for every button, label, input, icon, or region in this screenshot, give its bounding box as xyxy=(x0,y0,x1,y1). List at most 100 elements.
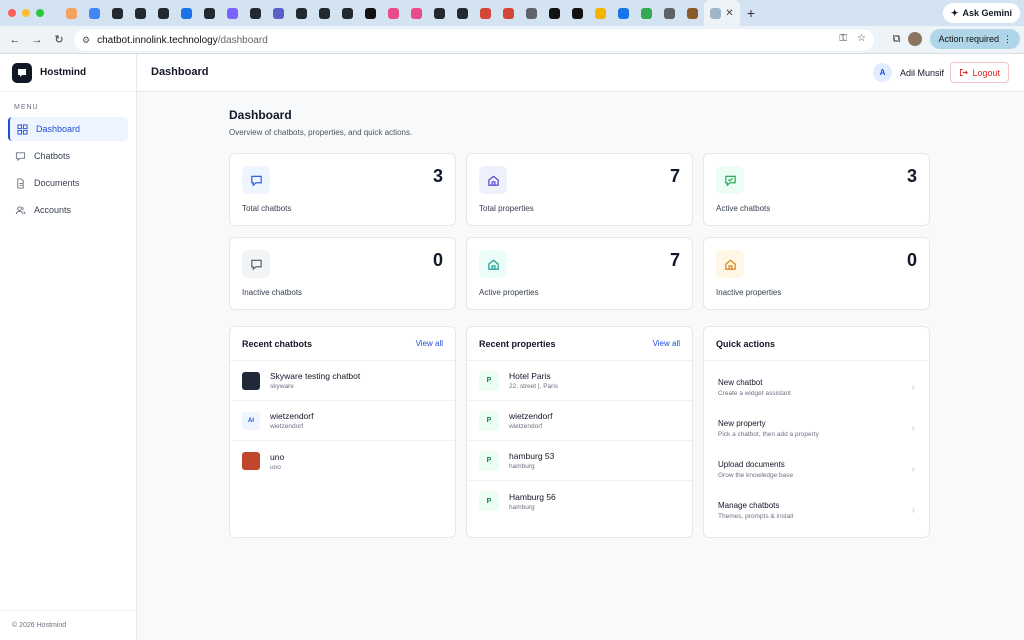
browser-tab[interactable] xyxy=(267,0,290,26)
browser-tab[interactable] xyxy=(244,0,267,26)
action-required-button[interactable]: Action required ⋮ xyxy=(930,29,1020,49)
browser-tab[interactable] xyxy=(221,0,244,26)
address-bar[interactable]: ⚙ chatbot.innolink.technology/dashboard … xyxy=(74,29,874,51)
browser-tab[interactable] xyxy=(681,0,704,26)
brand[interactable]: Hostmind xyxy=(0,54,136,92)
property-row[interactable]: Phamburg 53 hamburg xyxy=(467,441,692,481)
forward-icon[interactable]: → xyxy=(26,34,48,46)
home-icon xyxy=(716,250,744,278)
tab-favicon-icon xyxy=(526,7,537,19)
recent-properties-panel: Recent properties View all P Hotel Paris 2… xyxy=(466,326,693,538)
key-icon[interactable]: ⚿ xyxy=(839,33,847,44)
tab-favicon-icon xyxy=(296,7,307,19)
ask-gemini-button[interactable]: ✦ Ask Gemini xyxy=(942,3,1020,23)
tab-favicon-icon xyxy=(595,7,606,19)
browser-tab[interactable] xyxy=(290,0,313,26)
chatbot-row[interactable]: AI wietzendorf wietzendorf xyxy=(230,401,455,441)
chat-icon xyxy=(242,166,270,194)
tab-favicon-icon xyxy=(250,7,261,19)
sidebar-item-accounts[interactable]: Accounts xyxy=(8,198,128,222)
browser-tab[interactable] xyxy=(359,0,382,26)
stat-label: Inactive properties xyxy=(716,288,782,297)
sidebar-item-dashboard[interactable]: Dashboard xyxy=(8,117,128,141)
browser-tab[interactable] xyxy=(612,0,635,26)
back-icon[interactable]: ← xyxy=(4,34,26,46)
chatbot-slug: wietzendorf xyxy=(270,423,304,430)
topbar: Dashboard A Adil Munsif Logout xyxy=(137,54,1024,92)
url-host: chatbot.innolink.technology xyxy=(97,34,218,46)
browser-tab[interactable] xyxy=(635,0,658,26)
site-info-icon[interactable]: ⚙ xyxy=(82,35,90,46)
url-path: /dashboard xyxy=(217,34,268,46)
browser-tab[interactable] xyxy=(451,0,474,26)
browser-tab[interactable] xyxy=(336,0,359,26)
property-location: wietzendorf xyxy=(509,423,543,430)
minimize-window-button[interactable] xyxy=(22,9,30,17)
extensions-icon[interactable]: ⧉ xyxy=(893,33,901,46)
stat-label: Active properties xyxy=(479,288,539,297)
logout-button[interactable]: Logout xyxy=(950,62,1009,83)
quick-action-item[interactable]: New property Pick a chatbot, then add a p… xyxy=(704,408,929,449)
property-location: hamburg xyxy=(509,463,535,470)
browser-tab[interactable] xyxy=(497,0,520,26)
sidebar-item-chatbots[interactable]: Chatbots xyxy=(8,144,128,168)
chatbot-row[interactable]: uno uno xyxy=(230,441,455,481)
stat-card: 0 Inactive chatbots xyxy=(229,237,456,310)
property-row[interactable]: P Hotel Paris 22, street |, Paris xyxy=(467,361,692,401)
more-menu-icon: ⋮ xyxy=(1003,33,1012,44)
chatbot-row[interactable]: Skyware testing chatbot skyware xyxy=(230,361,455,401)
close-window-button[interactable] xyxy=(8,9,16,17)
zoom-window-button[interactable] xyxy=(36,9,44,17)
tab-favicon-icon xyxy=(388,7,399,19)
view-all-chatbots-link[interactable]: View all xyxy=(416,339,443,348)
reload-icon[interactable]: ↻ xyxy=(48,33,70,46)
browser-tab[interactable] xyxy=(520,0,543,26)
profile-avatar[interactable] xyxy=(908,32,923,46)
browser-tab[interactable] xyxy=(566,0,589,26)
browser-tab-active[interactable]: ✕ xyxy=(704,0,740,26)
quick-action-item[interactable]: New chatbot Create a widget assistant › xyxy=(704,367,929,408)
stat-value: 3 xyxy=(432,166,443,186)
tab-favicon-icon xyxy=(89,7,100,19)
stat-value: 0 xyxy=(906,250,917,270)
browser-tab[interactable] xyxy=(474,0,497,26)
user-menu[interactable]: A Adil Munsif xyxy=(872,63,944,82)
browser-tab[interactable] xyxy=(129,0,152,26)
property-row[interactable]: Pwietzendorf wietzendorf xyxy=(467,401,692,441)
browser-tab[interactable] xyxy=(589,0,612,26)
browser-tab[interactable] xyxy=(428,0,451,26)
browser-tab[interactable] xyxy=(83,0,106,26)
browser-tab[interactable] xyxy=(175,0,198,26)
browser-tab[interactable] xyxy=(313,0,336,26)
chatbot-name: Skyware testing chatbot xyxy=(270,371,361,381)
browser-tab[interactable] xyxy=(106,0,129,26)
close-tab-icon[interactable]: ✕ xyxy=(725,8,733,19)
browser-tab[interactable] xyxy=(382,0,405,26)
quick-actions-panel: Quick actions New chatbot Create a widget… xyxy=(703,326,930,538)
browser-tab[interactable] xyxy=(405,0,428,26)
sidebar-item-documents[interactable]: Documents xyxy=(8,171,128,195)
new-tab-button[interactable]: + xyxy=(740,5,762,21)
browser-tab[interactable] xyxy=(658,0,681,26)
panels: Recent chatbots View all Skyware testing… xyxy=(229,326,931,538)
quick-action-item[interactable]: Manage chatbots Themes, prompts & install… xyxy=(704,490,929,531)
chat-check-icon xyxy=(716,166,744,194)
view-all-properties-link[interactable]: View all xyxy=(653,339,680,348)
panel-title: Quick actions xyxy=(716,338,776,349)
tab-favicon-icon xyxy=(204,7,215,19)
bookmark-star-icon[interactable]: ☆ xyxy=(857,33,866,44)
browser-tab[interactable] xyxy=(60,0,83,26)
chatbot-thumbnail: AI xyxy=(242,411,260,430)
chat-icon xyxy=(15,151,26,161)
action-required-label: Action required xyxy=(938,34,999,44)
window-controls xyxy=(0,9,60,17)
property-row[interactable]: P Hamburg 56 hamburg xyxy=(467,481,692,521)
tab-favicon-icon xyxy=(158,7,169,19)
quick-action-item[interactable]: Upload documents Grow the knowledge base › xyxy=(704,449,929,490)
browser-tab[interactable] xyxy=(152,0,175,26)
stat-value: 0 xyxy=(432,250,443,270)
chatbot-thumbnail xyxy=(242,371,260,390)
browser-tab[interactable] xyxy=(543,0,566,26)
quick-action-title: New property xyxy=(718,419,766,428)
browser-tab[interactable] xyxy=(198,0,221,26)
